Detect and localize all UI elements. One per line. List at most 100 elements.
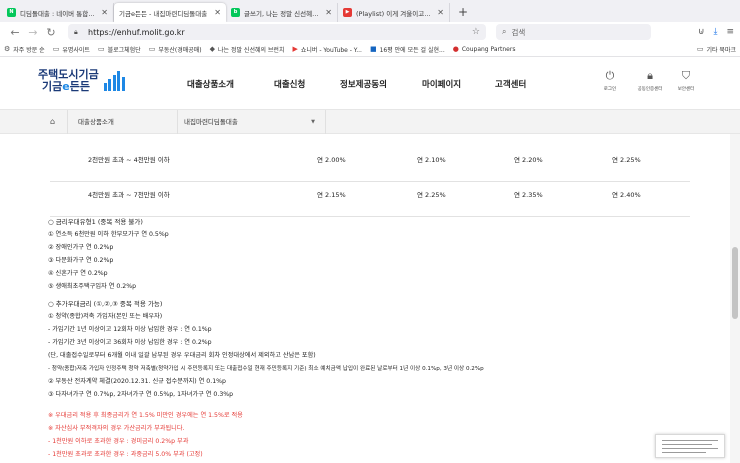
notice-text: - 1천만원 초과로 초과한 경우 : 과중금리 5.0% 부과 (고정) [48,451,203,458]
close-icon[interactable]: ✕ [437,8,444,17]
bookmark-label: Coupang Partners [461,45,516,53]
lock-icon: 🔒︎ [647,69,653,82]
folder-icon: ▭ [97,45,105,53]
rate-cell: 연 2.15% [317,191,346,199]
search-input[interactable]: ⌕ 검색 [496,24,651,40]
tab-title: 글쓰기, 나는 정말 신선혜 : 네이버 블로그 [244,9,319,18]
brunch-icon: ◆ [209,45,216,53]
bookmark-item[interactable]: ◆ 나는 정말 신선혜의 브런치 [210,45,285,54]
list-item: - 청약(종합)저축 가입자 인정주택 청약 저축별(청약가입 시 주민등록지 … [48,366,484,372]
list-item: ⑤ 생애최초주택구입자 연 0.2%p [48,283,137,290]
page-scrollbar[interactable] [730,134,740,463]
additional-heading: ○ 추가우대금리 (①,②,③ 중복 적용 가능) [48,300,163,308]
nav-loan-products[interactable]: 대출상품소개 [187,78,234,90]
breadcrumb-level-2-select[interactable]: 내집마련디딤돌대출 ▼ [178,110,326,134]
notice-text: ※ 우대금리 적용 후 최종금리가 연 1.5% 미만인 경우에는 연 1.5%… [48,412,243,419]
rate-cell: 연 2.40% [612,191,641,199]
bookmark-label: 쇼니버 - YouTube - Y... [300,46,362,54]
tab-title: 기금e든든 - 내집마련디딤돌대출 [119,9,208,18]
list-item: ④ 신혼가구 연 0.2%p [48,270,108,277]
list-item: ② 부동산 전자계약 체결(2020.12.31. 신규 접수분까지) 연 0.… [48,378,226,385]
bookmark-item[interactable]: ● Coupang Partners [453,45,516,53]
search-icon: ⌕ [502,27,507,36]
pocket-icon[interactable]: ⊍ [698,27,705,37]
list-item: (단, 대출접수일로부터 6개월 이내 일괄 납부된 경우 우대금리 회차 인정… [48,352,316,359]
rate-cell: 연 2.25% [417,191,446,199]
new-tab-button[interactable]: + [450,3,476,22]
folder-icon: ▭ [148,45,156,53]
nav-mypage[interactable]: 마이페이지 [422,78,461,90]
list-item: ③ 다문화가구 연 0.2%p [48,257,114,264]
nav-info-consent[interactable]: 정보제공동의 [340,78,387,90]
certificate-center-button[interactable]: 🔒︎ 공동인증센터 [630,69,670,92]
menu-icon[interactable]: ≡ [726,27,734,37]
browser-tab[interactable]: b 글쓰기, 나는 정말 신선혜 : 네이버 블로그 ✕ [226,3,338,22]
list-item: ③ 다자녀가구 연 0.7%p, 2자녀가구 연 0.5%p, 1자녀가구 연 … [48,391,234,398]
search-placeholder: 검색 [511,27,526,37]
main-content: 2천만원 초과 ~ 4천만원 이하 연 2.00% 연 2.10% 연 2.20… [0,134,730,463]
bookmark-star-icon[interactable]: ☆ [472,27,480,37]
browser-tab[interactable]: N 디딤돌대출 : 네이버 통합검색 ✕ [2,3,114,22]
bookmark-item[interactable]: ▭ 부동산(경매공매) [149,45,202,54]
breadcrumb-level-1[interactable]: 대출상품소개 [72,110,178,134]
address-bar[interactable]: 🔒︎ https://enhuf.molit.go.kr ☆ [68,24,486,40]
bookmark-item[interactable]: ▭ 블로그체험단 [98,45,141,54]
download-icon[interactable]: ⤓ [713,27,717,37]
list-item: ① 청약(종합)저축 가입자(본인 또는 배우자) [48,313,163,320]
nav-customer-center[interactable]: 고객센터 [495,78,526,90]
page-thumbnail-preview[interactable] [655,434,725,458]
rate-cell: 연 2.25% [612,156,641,164]
browser-tab[interactable]: ▶ (Playlist) 이게 겨울이고 렌디고 | 유 ✕ [338,3,450,22]
list-item: ② 장애인가구 연 0.2%p [48,244,114,251]
naver-icon: N [7,8,16,17]
blog-icon: ■ [369,45,377,53]
bookmark-label: 유명사이트 [62,46,90,54]
home-icon[interactable]: ⌂ [38,110,68,134]
reload-icon[interactable]: ↻ [42,26,60,39]
rate-cell: 연 2.00% [317,156,346,164]
security-center-button[interactable]: ⛉ 보안센터 [666,69,706,92]
bookmark-item[interactable]: ■ 16평 안에 모든 걸 실현... [370,45,445,54]
notice-text: ※ 자산심사 부적격자의 경우 가산금리가 부과됩니다. [48,425,185,432]
folder-icon: ▭ [696,45,704,53]
gear-icon: ⚙ [4,45,11,53]
naver-blog-icon: b [231,8,240,17]
browser-tab-bar: N 디딤돌대출 : 네이버 통합검색 ✕ 기금e든든 - 내집마련디딤돌대출 ✕… [0,0,740,22]
browser-nav-bar: ← → ↻ 🔒︎ https://enhuf.molit.go.kr ☆ ⌕ 검… [0,22,740,42]
bookmark-item[interactable]: ▭ 유명사이트 [53,45,90,54]
browser-tab-active[interactable]: 기금e든든 - 내집마련디딤돌대출 ✕ [114,3,226,22]
breadcrumb: ⌂ 대출상품소개 내집마련디딤돌대출 ▼ [0,110,740,134]
close-icon[interactable]: ✕ [101,8,108,17]
nav-loan-apply[interactable]: 대출신청 [274,78,305,90]
site-header: 주택도시기금 기금e든든 대출상품소개 대출신청 정보제공동의 마이페이지 고객… [0,57,740,110]
income-range: 4천만원 초과 ~ 7천만원 이하 [88,191,170,199]
login-button[interactable]: ⏻ 로그인 [590,69,630,92]
close-icon[interactable]: ✕ [325,8,332,17]
util-label: 보안센터 [677,87,695,92]
coupang-icon: ● [452,45,459,53]
lock-icon: 🔒︎ [74,28,78,36]
table-row: 4천만원 초과 ~ 7천만원 이하 연 2.15% 연 2.25% 연 2.35… [50,169,690,217]
bookmark-item[interactable]: ⚙ 자주 방문 순 [4,45,45,54]
power-icon: ⏻ [605,69,615,82]
bookmark-item[interactable]: ▶ 쇼니버 - YouTube - Y... [292,45,361,54]
folder-icon: ▭ [52,45,60,53]
preferential-heading: ○ 금리우대유형1 (중복 적용 불가) [48,218,143,226]
util-label: 공동인증센터 [637,87,663,92]
back-icon[interactable]: ← [6,26,24,39]
bookmark-label: 기타 북마크 [706,46,736,54]
bookmark-label: 16평 안에 모든 걸 실현... [379,46,445,54]
close-icon[interactable]: ✕ [214,8,221,17]
other-bookmarks[interactable]: ▭ 기타 북마크 [697,45,736,54]
bookmark-label: 나는 정말 신선혜의 브런치 [218,46,285,54]
income-range: 2천만원 초과 ~ 4천만원 이하 [88,156,170,164]
forward-icon[interactable]: → [24,26,42,39]
scrollbar-thumb[interactable] [732,247,738,319]
rate-cell: 연 2.20% [514,156,543,164]
bookmark-label: 자주 방문 순 [13,46,45,54]
bookmarks-bar: ⚙ 자주 방문 순 ▭ 유명사이트 ▭ 블로그체험단 ▭ 부동산(경매공매) ◆ 나는 정… [0,42,740,57]
notice-text: - 1천만원 이하로 초과한 경우 : 경미금리 0.2%p 부과 [48,438,189,445]
shield-icon: ⛉ [681,69,691,82]
list-item: - 가입기간 1년 이상이고 12회차 이상 납입한 경우 : 연 0.1%p [48,326,212,333]
rate-cell: 연 2.10% [417,156,446,164]
